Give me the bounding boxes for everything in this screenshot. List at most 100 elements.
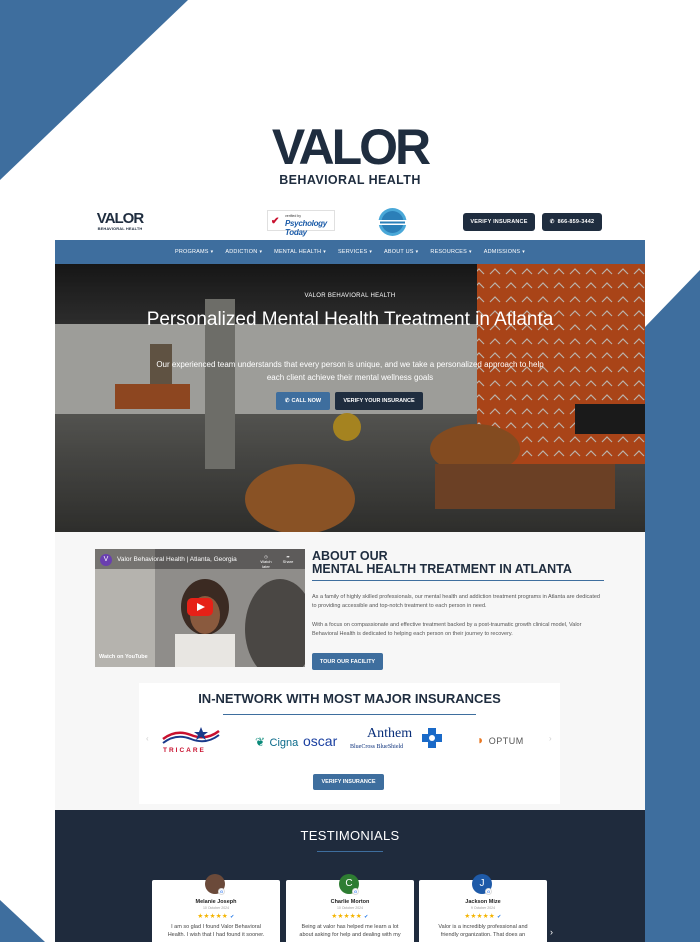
insurance-section: IN-NETWORK WITH MOST MAJOR INSURANCES ‹ … bbox=[55, 682, 645, 810]
hero-verify-insurance-button[interactable]: VERIFY YOUR INSURANCE bbox=[335, 392, 423, 410]
review-date: 10 October 2024 bbox=[202, 906, 230, 910]
nav-addiction[interactable]: ADDICTION ▾ bbox=[219, 249, 268, 255]
bcbs-cross-shield-icon bbox=[422, 728, 442, 748]
reviewer-name: Melanie Joseph bbox=[195, 899, 237, 905]
tricare-logo: TRICARE bbox=[159, 725, 229, 757]
review-text: Being at valor has helped me learn a lot… bbox=[299, 924, 401, 938]
nav-label: ADMISSIONS bbox=[483, 249, 521, 255]
share-button[interactable]: ➦ Share bbox=[280, 554, 296, 564]
chevron-down-icon: ▾ bbox=[323, 249, 326, 255]
cigna-tree-icon: ❦ bbox=[255, 735, 266, 749]
chevron-down-icon: ▾ bbox=[259, 249, 263, 255]
cigna-logo: ❦ Cigna bbox=[255, 733, 298, 751]
reviewer-name: Charlie Morton bbox=[330, 899, 370, 905]
review-card: C G Charlie Morton 10 October 2024 ★★★★★… bbox=[286, 874, 414, 942]
chevron-down-icon: ▾ bbox=[522, 249, 526, 255]
main-nav: PROGRAMS ▾ ADDICTION ▾ MENTAL HEALTH ▾ SERV… bbox=[55, 240, 645, 264]
channel-avatar[interactable]: V bbox=[100, 554, 112, 566]
hero-section: VALOR BEHAVIORAL HEALTH Personalized Men… bbox=[55, 264, 645, 532]
testimonials-next-icon[interactable]: › bbox=[550, 927, 553, 937]
tricare-label: TRICARE bbox=[163, 747, 206, 754]
verified-icon: ✔ bbox=[497, 914, 502, 920]
nav-label: ABOUT US bbox=[384, 249, 414, 255]
share-label: Share bbox=[282, 559, 294, 564]
review-card: J G Jackson Mize 9 October 2024 ★★★★★ ✔ V… bbox=[419, 874, 547, 942]
nav-about-us[interactable]: ABOUT US ▾ bbox=[378, 249, 424, 255]
about-title-line2: MENTAL HEALTH TREATMENT IN ATLANTA bbox=[312, 562, 572, 576]
nav-services[interactable]: SERVICES ▾ bbox=[332, 249, 378, 255]
insurance-divider bbox=[223, 714, 476, 715]
nav-mental-health[interactable]: MENTAL HEALTH ▾ bbox=[268, 249, 332, 255]
phone-number: 866-859-3442 bbox=[557, 219, 595, 225]
hero-title: Personalized Mental Health Treatment in … bbox=[146, 309, 554, 330]
watch-later-label: Watch later bbox=[260, 559, 272, 569]
about-title: ABOUT OUR MENTAL HEALTH TREATMENT IN ATL… bbox=[312, 550, 572, 576]
nav-label: ADDICTION bbox=[225, 249, 258, 255]
about-paragraph-2: With a focus on compassionate and effect… bbox=[312, 622, 582, 637]
review-date: 9 October 2024 bbox=[470, 906, 496, 910]
watch-later-button[interactable]: ◷ Watch later bbox=[258, 554, 274, 569]
nav-admissions[interactable]: ADMISSIONS ▾ bbox=[478, 249, 531, 255]
anthem-label: Anthem bbox=[367, 726, 413, 741]
insurance-title: IN-NETWORK WITH MOST MAJOR INSURANCES bbox=[198, 691, 501, 706]
google-icon: G bbox=[218, 888, 225, 895]
star-rating: ★★★★★ bbox=[464, 913, 496, 920]
google-icon: G bbox=[485, 888, 492, 895]
psychology-today-text: Psychology Today bbox=[285, 219, 327, 237]
youtube-logo: YouTube bbox=[124, 654, 148, 660]
review-stars: ★★★★★ ✔ bbox=[152, 912, 280, 920]
google-icon: G bbox=[352, 888, 359, 895]
phone-icon: ✆ bbox=[549, 219, 555, 225]
site-logo-word: VALOR bbox=[96, 210, 144, 227]
chevron-down-icon: ▾ bbox=[415, 249, 419, 255]
video-player[interactable]: V Valor Behavioral Health | Atlanta, Geo… bbox=[95, 549, 305, 667]
nav-programs[interactable]: PROGRAMS ▾ bbox=[169, 249, 219, 255]
nav-label: SERVICES bbox=[338, 249, 368, 255]
insurance-logos: TRICARE ❦ Cigna oscar Anthem BlueCross B… bbox=[139, 723, 560, 763]
nav-resources[interactable]: RESOURCES ▾ bbox=[424, 249, 477, 255]
nav-label: PROGRAMS bbox=[174, 249, 209, 255]
site-logo[interactable]: VALOR BEHAVIORAL HEALTH bbox=[95, 211, 145, 231]
optum-label: OPTUM bbox=[488, 736, 524, 746]
nav-label: MENTAL HEALTH bbox=[274, 249, 322, 255]
brand-logo: VALOR BEHAVIORAL HEALTH bbox=[265, 122, 435, 187]
psychology-today-badge[interactable]: ✔ verified by Psychology Today bbox=[267, 210, 335, 237]
watch-on-label: Watch on bbox=[99, 654, 124, 660]
insurance-verify-button[interactable]: VERIFY INSURANCE bbox=[313, 774, 384, 790]
chevron-down-icon: ▾ bbox=[469, 249, 472, 255]
about-divider bbox=[312, 580, 604, 581]
bcbs-label: BlueCross BlueShield bbox=[350, 744, 404, 750]
hero-overline: VALOR BEHAVIORAL HEALTH bbox=[304, 293, 396, 299]
brand-logo-tagline: BEHAVIORAL HEALTH bbox=[279, 173, 421, 187]
topbar-phone-button[interactable]: ✆ 866-859-3442 bbox=[542, 213, 602, 231]
oscar-logo: oscar bbox=[303, 733, 338, 749]
watch-on-youtube[interactable]: Watch on YouTube bbox=[99, 654, 148, 660]
video-title[interactable]: Valor Behavioral Health | Atlanta, Georg… bbox=[117, 556, 237, 563]
hero-call-now-label: CALL NOW bbox=[291, 398, 322, 404]
tour-facility-button[interactable]: TOUR OUR FACILITY bbox=[312, 653, 383, 670]
topbar-verify-insurance-button[interactable]: VERIFY INSURANCE bbox=[463, 213, 535, 231]
site-logo-tagline: BEHAVIORAL HEALTH bbox=[97, 226, 143, 231]
testimonials-section: TESTIMONIALS G Melanie Joseph 10 October… bbox=[55, 810, 645, 942]
play-icon[interactable] bbox=[187, 598, 213, 616]
certified-badge-icon bbox=[378, 208, 407, 236]
testimonials-divider bbox=[317, 851, 383, 852]
hero-call-now-button[interactable]: ✆ CALL NOW bbox=[276, 392, 330, 410]
star-rating: ★★★★★ bbox=[197, 913, 229, 920]
phone-icon: ✆ bbox=[284, 398, 290, 404]
brand-logo-word: VALOR bbox=[271, 119, 431, 175]
star-rating: ★★★★★ bbox=[331, 913, 363, 920]
verified-icon: ✔ bbox=[230, 914, 235, 920]
site-topbar: VALOR BEHAVIORAL HEALTH ✔ verified by Ps… bbox=[55, 205, 645, 239]
psychology-today-verified-text: verified by bbox=[285, 214, 301, 218]
anthem-logo: Anthem BlueCross BlueShield bbox=[349, 725, 442, 759]
insurance-card: IN-NETWORK WITH MOST MAJOR INSURANCES ‹ … bbox=[139, 683, 560, 804]
review-card: G Melanie Joseph 10 October 2024 ★★★★★ ✔ … bbox=[152, 874, 280, 942]
review-date: 10 October 2024 bbox=[336, 906, 364, 910]
optum-icon: ◗ bbox=[477, 733, 485, 747]
cigna-label: Cigna bbox=[269, 737, 299, 749]
chevron-down-icon: ▾ bbox=[369, 249, 373, 255]
review-stars: ★★★★★ ✔ bbox=[419, 912, 547, 920]
verified-icon: ✔ bbox=[364, 914, 369, 920]
tricare-flag-icon bbox=[162, 727, 220, 744]
